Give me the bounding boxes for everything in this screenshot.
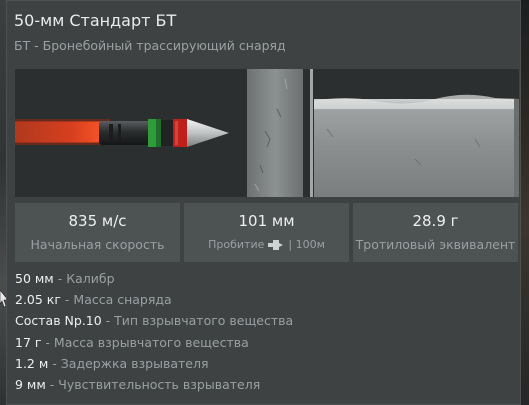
stat-muzzle-velocity: 835 м/с Начальная скорость [15, 203, 180, 262]
stat-label: Тротиловый эквивалент [355, 237, 516, 252]
shell-title: 50-мм Стандарт БТ [14, 11, 177, 30]
stat-value: 101 мм [238, 212, 295, 230]
property-value: 1.2 м [15, 355, 49, 371]
armor-plate [247, 69, 303, 197]
property-value: 17 г [15, 334, 42, 350]
penetration-block [314, 94, 519, 197]
property-value: 9 мм [15, 376, 46, 392]
stat-value: 835 м/с [68, 212, 127, 230]
property-value: Состав Np.10 [15, 313, 102, 329]
stat-tnt-equivalent: 28.9 г Тротиловый эквивалент [353, 203, 518, 262]
property-name: Калибр [66, 271, 115, 286]
property-explosive-mass: 17 г - Масса взрывчатого вещества [15, 332, 515, 353]
penetration-icon [268, 239, 284, 250]
stat-value: 28.9 г [412, 212, 459, 230]
property-separator: - [60, 292, 74, 308]
property-separator: - [101, 313, 115, 329]
shell-subtitle: БТ - Бронебойный трассирующий снаряд [14, 38, 286, 53]
property-name: Задержка взрывателя [60, 355, 209, 371]
property-value: 2.05 кг [15, 292, 61, 308]
property-list: 50 мм - Калибр 2.05 кг - Масса снаряда С… [15, 268, 515, 395]
property-fuse-sensitivity: 9 мм - Чувствительность взрывателя [15, 374, 515, 395]
property-separator: - [45, 376, 59, 392]
property-name: Масса взрывчатого вещества [53, 334, 249, 350]
shell-penetration-illustration [15, 69, 519, 197]
property-separator: - [53, 271, 67, 286]
stats-row: 835 м/с Начальная скорость 101 мм Пробит… [15, 203, 518, 262]
property-name: Чувствительность взрывателя [58, 376, 261, 392]
property-separator: - [41, 334, 54, 350]
stat-label: Пробитие [208, 238, 265, 251]
property-fuse-delay: 1.2 м - Задержка взрывателя [15, 353, 515, 374]
property-name: Масса снаряда [73, 292, 172, 308]
property-separator: - [48, 355, 61, 371]
stat-penetration: 101 мм Пробитие | 100м [184, 203, 349, 262]
stat-label-row: Пробитие | 100м [184, 238, 349, 251]
tracer-trail [15, 119, 110, 145]
game-scene-right [521, 0, 529, 405]
property-value: 50 мм [15, 271, 54, 286]
property-name: Тип взрывчатого вещества [114, 313, 294, 329]
stat-label-suffix: | 100м [288, 238, 325, 251]
stat-label: Начальная скорость [30, 237, 165, 252]
property-explosive-type: Состав Np.10 - Тип взрывчатого вещества [15, 310, 515, 331]
shell-tooltip: 50-мм Стандарт БТ БТ - Бронебойный трасс… [6, 0, 521, 405]
property-caliber: 50 мм - Калибр [15, 268, 515, 289]
property-shell-mass: 2.05 кг - Масса снаряда [15, 289, 515, 310]
